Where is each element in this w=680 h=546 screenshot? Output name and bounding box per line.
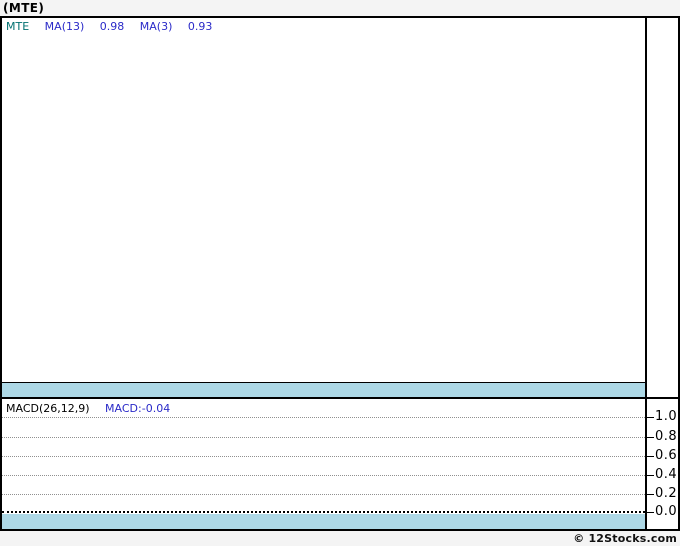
panel-divider: [2, 397, 678, 399]
macd-bottom-band: [2, 514, 645, 529]
gridline: [2, 456, 645, 457]
macd-legend: MACD(26,12,9) MACD:-0.04: [6, 402, 170, 415]
gridline: [2, 437, 645, 438]
y-axis-label: 0.0: [655, 504, 678, 519]
ma3-value: 0.93: [187, 20, 213, 33]
ma13-value: 0.98: [99, 20, 125, 33]
ma13-label: MA(13): [44, 20, 85, 33]
copyright-link[interactable]: © 12Stocks.com: [573, 532, 677, 545]
y-axis-tick: [647, 456, 654, 457]
gridline: [2, 494, 645, 495]
price-plot-area[interactable]: [2, 18, 645, 382]
y-axis-tick: [647, 437, 654, 438]
macd-plot-area[interactable]: [2, 400, 645, 529]
y-axis-tick: [647, 475, 654, 476]
y-axis-label: 1.0: [655, 409, 678, 424]
zero-gridline: [2, 511, 645, 513]
gridline: [2, 417, 645, 418]
y-axis-tick: [647, 417, 654, 418]
y-axis-label: 0.4: [655, 467, 678, 482]
chart-frame: MTE MA(13) 0.98 MA(3) 0.93 MACD(26,12,9)…: [0, 16, 680, 531]
y-axis-label: 0.6: [655, 448, 678, 463]
date-axis-band: [2, 383, 645, 397]
macd-value: MACD:-0.04: [105, 402, 171, 415]
gridline: [2, 475, 645, 476]
ma3-label: MA(3): [139, 20, 173, 33]
y-axis-label: 0.2: [655, 486, 678, 501]
macd-params-label: MACD(26,12,9): [6, 402, 90, 415]
y-axis-tick: [647, 494, 654, 495]
price-legend: MTE MA(13) 0.98 MA(3) 0.93: [6, 20, 212, 33]
symbol-label: MTE: [6, 20, 30, 33]
y-axis-label: 0.8: [655, 429, 678, 444]
y-axis-tick: [647, 512, 654, 513]
chart-title: (MTE): [3, 1, 45, 15]
y-axis-separator: [645, 18, 647, 529]
